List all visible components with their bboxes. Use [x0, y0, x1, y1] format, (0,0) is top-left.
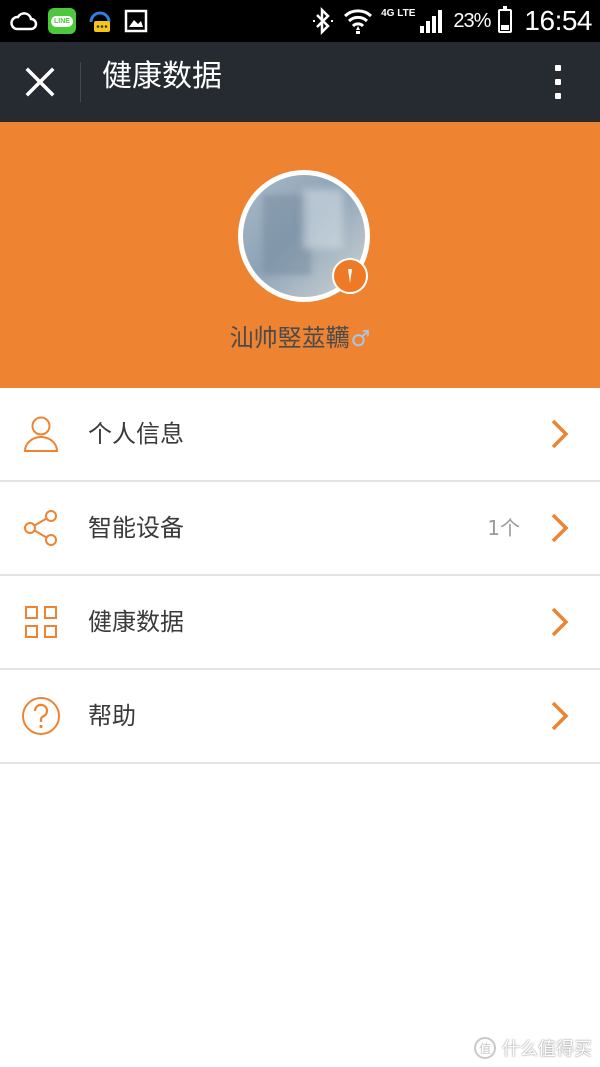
status-bar-notifications: LINE [10, 5, 148, 37]
chevron-right-icon [551, 513, 569, 543]
help-icon [20, 695, 62, 737]
avatar[interactable] [238, 170, 370, 302]
cloud-icon [10, 10, 38, 32]
bluetooth-icon [311, 7, 335, 35]
more-vertical-icon [555, 65, 561, 99]
grid-icon [20, 601, 62, 643]
menu-list: 个人信息 智能设备 1个 健康数据 帮助 [0, 388, 600, 764]
app-bar-divider [80, 62, 81, 102]
share-icon [20, 507, 62, 549]
chevron-right-icon [551, 607, 569, 637]
menu-item-personal-info[interactable]: 个人信息 [0, 388, 600, 482]
close-icon [25, 67, 55, 97]
gender-icon: ♂ [350, 327, 371, 352]
profile-header: 汕帅竪莁韉♂ [0, 122, 600, 388]
chat-notification-icon [86, 6, 114, 36]
page-title: 健康数据 [102, 59, 222, 94]
gallery-icon [124, 9, 148, 33]
vip-badge-icon [332, 258, 368, 294]
menu-item-health-data[interactable]: 健康数据 [0, 576, 600, 670]
battery-percent: 23% [453, 9, 491, 32]
chevron-right-icon [551, 701, 569, 731]
signal-icon [419, 8, 445, 34]
close-button[interactable] [0, 42, 80, 122]
person-icon [20, 413, 62, 455]
watermark-logo: 值 [474, 1037, 496, 1059]
username-text: 汕帅竪莁韉 [229, 324, 350, 352]
status-bar: LINE 4G LTE 23% 16:54 [0, 0, 600, 42]
menu-item-label: 帮助 [88, 702, 136, 730]
menu-item-label: 个人信息 [88, 420, 184, 448]
chevron-right-icon [551, 419, 569, 449]
menu-item-label: 智能设备 [88, 514, 184, 542]
menu-item-label: 健康数据 [88, 608, 184, 636]
status-clock: 16:54 [524, 5, 592, 36]
menu-item-value: 1个 [487, 516, 520, 540]
watermark: 值 什么值得买 [474, 1035, 592, 1061]
status-bar-system: 4G LTE 23% 16:54 [311, 5, 592, 37]
network-type-label: 4G LTE [381, 7, 416, 19]
app-bar: 健康数据 [0, 42, 600, 122]
wifi-icon [343, 7, 373, 35]
more-options-button[interactable] [538, 42, 578, 122]
profile-name: 汕帅竪莁韉♂ [0, 318, 600, 353]
menu-item-smart-devices[interactable]: 智能设备 1个 [0, 482, 600, 576]
watermark-text: 什么值得买 [502, 1039, 592, 1060]
battery-icon [498, 6, 513, 33]
menu-item-help[interactable]: 帮助 [0, 670, 600, 764]
line-app-icon: LINE [48, 8, 76, 34]
